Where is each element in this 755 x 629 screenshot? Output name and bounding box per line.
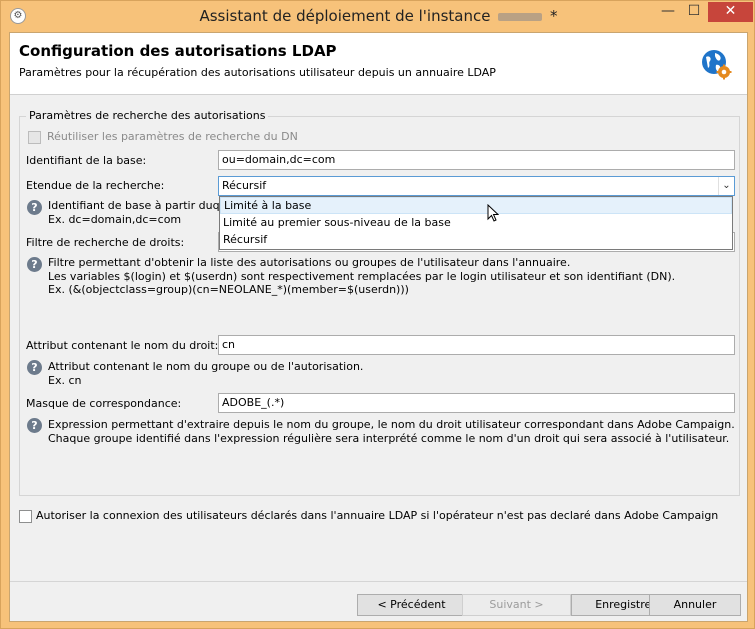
base-help-line1: Identifiant de base à partir duque [48,199,234,212]
mask-help-line1: Expression permettant d'extraire depuis … [48,418,735,431]
window-frame: ⚙ Assistant de déploiement de l'instance… [0,0,755,629]
help-icon: ? [27,200,42,215]
scope-select[interactable]: Récursif ⌄ [218,176,735,196]
globe-gear-icon [702,50,732,80]
base-id-input[interactable]: ou=domain,dc=com [218,150,735,170]
mask-help-text: Expression permettant d'extraire depuis … [48,418,735,445]
help-icon: ? [27,257,42,272]
allow-connection-checkbox[interactable] [19,510,32,523]
page-title: Configuration des autorisations LDAP [19,42,337,60]
help-icon: ? [27,360,42,375]
scope-dropdown-list[interactable]: Limité à la base Limité au premier sous-… [219,196,733,250]
previous-button[interactable]: < Précédent [357,594,466,616]
mask-help-line2: Chaque groupe identifié dans l'expressio… [48,431,730,445]
base-help-line2: Ex. dc=domain,dc=com [48,212,182,226]
window-title: Assistant de déploiement de l'instance * [1,7,755,25]
page-subtitle: Paramètres pour la récupération des auto… [19,66,496,79]
scope-option-base[interactable]: Limité à la base [220,197,732,214]
scope-option-first-level[interactable]: Limité au premier sous-niveau de la base [220,214,732,231]
mouse-cursor-icon [487,204,499,222]
base-help-text: Identifiant de base à partir duque Ex. d… [48,199,233,226]
scope-label: Etendue de la recherche: [26,179,165,192]
title-bar[interactable]: ⚙ Assistant de déploiement de l'instance… [1,1,755,31]
dialog-client-area: Configuration des autorisations LDAP Par… [9,32,748,622]
mask-label: Masque de correspondance: [26,397,182,410]
attr-label: Attribut contenant le nom du droit: [26,339,219,352]
attr-help-line1: Attribut contenant le nom du groupe ou d… [48,360,364,373]
filter-help-line3: Ex. (&(objectclass=group)(cn=NEOLANE_*)(… [48,283,409,296]
chevron-down-icon[interactable]: ⌄ [718,177,734,195]
filter-help-line2: Les variables $(login) et $(userdn) sont… [48,269,676,283]
help-icon: ? [27,418,42,433]
reuse-dn-label: Réutiliser les paramètres de recherche d… [47,130,298,143]
reuse-dn-checkbox[interactable] [28,131,41,144]
filter-label: Filtre de recherche de droits: [26,236,185,249]
group-legend: Paramètres de recherche des autorisation… [26,109,269,122]
allow-connection-label: Autoriser la connexion des utilisateurs … [36,509,719,522]
footer-separator [10,581,747,582]
mask-input[interactable]: ADOBE_(.*) [218,393,735,413]
maximize-button[interactable]: ☐ [681,2,707,22]
filter-help-line1: Filtre permettant d'obtenir la liste des… [48,256,571,269]
cancel-button[interactable]: Annuler [649,594,741,616]
minimize-button[interactable]: — [655,2,681,22]
window-title-suffix: * [550,7,558,25]
scope-option-recursive[interactable]: Récursif [220,231,732,248]
close-button[interactable]: ✕ [708,2,753,22]
wizard-header: Configuration des autorisations LDAP Par… [10,33,747,95]
scope-selected-value: Récursif [222,179,267,192]
next-button[interactable]: Suivant > [462,594,571,616]
filter-help-text: Filtre permettant d'obtenir la liste des… [48,256,675,297]
attr-help-text: Attribut contenant le nom du groupe ou d… [48,360,363,387]
redacted-instance-name [498,12,543,21]
window-title-prefix: Assistant de déploiement de l'instance [199,7,491,25]
base-id-label: Identifiant de la base: [26,154,147,167]
attr-help-line2: Ex. cn [48,373,82,387]
attr-input[interactable]: cn [218,335,735,355]
